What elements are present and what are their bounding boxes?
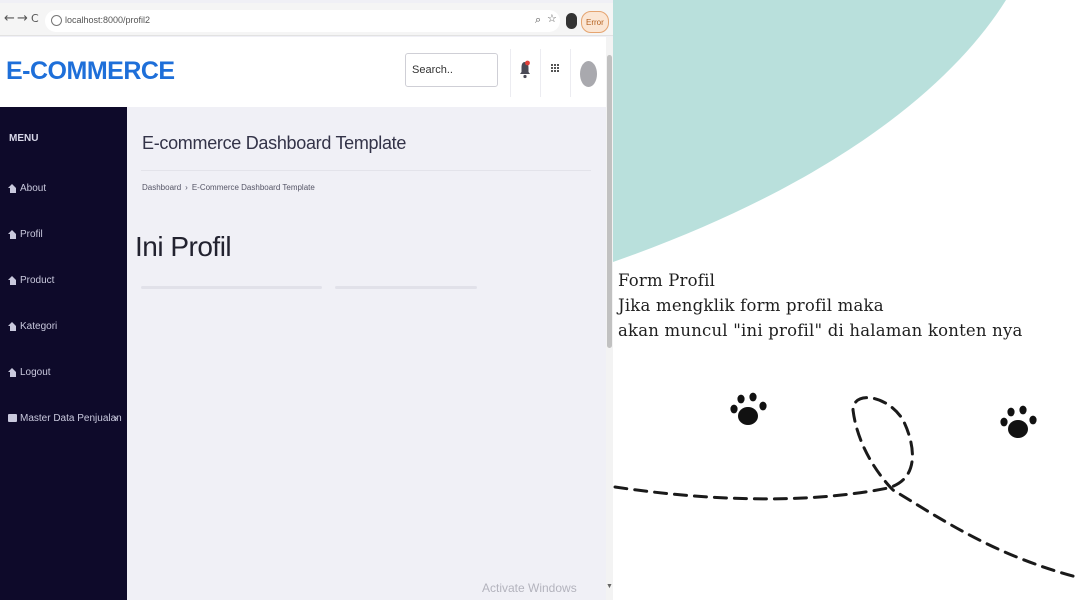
bookmark-star-icon[interactable]: ☆: [547, 13, 557, 25]
sidebar-item-product[interactable]: Product: [8, 272, 54, 288]
search-input[interactable]: [405, 53, 498, 87]
home-icon: [8, 321, 17, 331]
divider: [141, 170, 591, 171]
breadcrumb: Dashboard › E-Commerce Dashboard Template: [142, 183, 315, 192]
paw-print-icon: [730, 392, 767, 425]
sidebar-item-logout[interactable]: Logout: [8, 364, 51, 380]
breadcrumb-item-dashboard[interactable]: Dashboard: [142, 183, 181, 192]
profile-heading: Ini Profil: [135, 231, 232, 262]
annotation-text: Form Profil Jika mengklik form profil ma…: [618, 268, 1023, 343]
back-icon[interactable]: ←: [4, 11, 15, 27]
notification-bell-icon[interactable]: [519, 59, 531, 79]
zoom-icon[interactable]: ⌕: [535, 13, 541, 27]
folder-icon: [8, 414, 17, 422]
home-icon: [8, 367, 17, 377]
teal-arc-shape: [613, 0, 1006, 262]
annotation-title: Form Profil: [618, 271, 716, 290]
reload-icon[interactable]: C: [31, 11, 39, 27]
info-icon[interactable]: [51, 15, 62, 26]
chevron-right-icon: ›: [114, 412, 118, 424]
url-text[interactable]: localhost:8000/profil2: [65, 15, 150, 25]
sidebar-menu-title: MENU: [9, 133, 39, 144]
breadcrumb-separator-icon: ›: [185, 183, 188, 192]
breadcrumb-item-current: E-Commerce Dashboard Template: [191, 183, 315, 192]
sidebar-item-profil[interactable]: Profil: [8, 226, 43, 242]
sidebar-item-label: Profil: [20, 228, 43, 240]
vertical-scrollbar[interactable]: ▼: [606, 37, 613, 600]
sidebar-item-about[interactable]: About: [8, 180, 46, 196]
browser-toolbar: ← → C localhost:8000/profil2 ⌕ ☆ Error: [0, 3, 613, 36]
brand-logo[interactable]: E-COMMERCE: [6, 57, 175, 86]
sidebar-item-label: Kategori: [20, 320, 58, 332]
sidebar-item-label: Logout: [20, 366, 51, 378]
sidebar-item-label: Master Data Penjualan: [20, 412, 122, 424]
sidebar-item-label: Product: [20, 274, 55, 286]
address-bar[interactable]: localhost:8000/profil2 ⌕: [45, 10, 560, 32]
card-placeholder: [141, 286, 322, 289]
forward-icon[interactable]: →: [17, 11, 28, 27]
paw-print-icon: [1000, 405, 1037, 438]
app-header: E-COMMERCE: [0, 37, 613, 107]
user-avatar[interactable]: [580, 61, 597, 87]
annotation-line: akan muncul "ini profil" di halaman kont…: [618, 321, 1023, 340]
header-divider: [570, 49, 571, 97]
apps-grid-icon[interactable]: [551, 64, 560, 73]
header-divider: [540, 49, 541, 97]
annotation-line: Jika mengklik form profil maka: [618, 296, 884, 315]
sidebar-item-master-data-penjualan[interactable]: Master Data Penjualan ›: [8, 410, 123, 426]
browser-window: ← → C localhost:8000/profil2 ⌕ ☆ Error E…: [0, 0, 613, 600]
activate-windows-watermark: Activate Windows: [482, 581, 577, 595]
page-title: E-commerce Dashboard Template: [142, 133, 407, 153]
sidebar: MENU About Profil Product Kategori Logou…: [0, 107, 127, 600]
card-placeholder: [335, 286, 477, 289]
home-icon: [8, 275, 17, 285]
home-icon: [8, 229, 17, 239]
sidebar-item-label: About: [20, 182, 47, 194]
home-icon: [8, 183, 17, 193]
scroll-down-arrow-icon[interactable]: ▼: [606, 583, 613, 590]
browser-profile-icon[interactable]: [566, 13, 577, 29]
header-divider: [510, 49, 511, 97]
scrollbar-thumb[interactable]: [607, 55, 612, 348]
sidebar-item-kategori[interactable]: Kategori: [8, 318, 57, 334]
main-content: E-commerce Dashboard Template Dashboard ›…: [127, 107, 606, 600]
error-badge[interactable]: Error: [581, 11, 609, 33]
